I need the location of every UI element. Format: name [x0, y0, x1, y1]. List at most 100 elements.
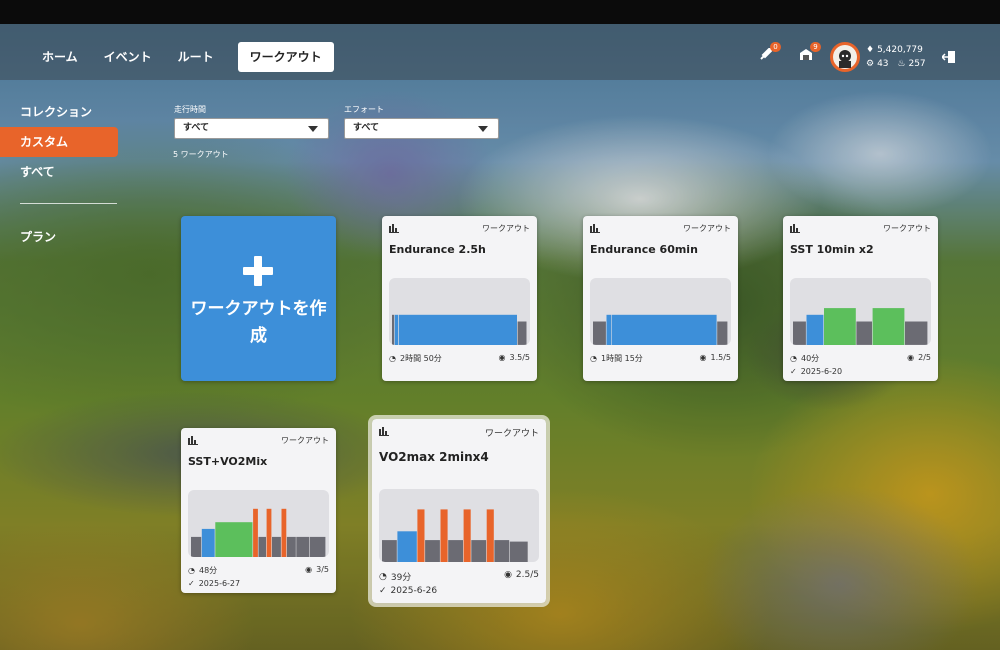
user-stats: ♦ 5,420,779 ⚙ 43 ♨ 257 — [866, 43, 926, 71]
sidebar-item-custom[interactable]: カスタム — [0, 127, 118, 157]
check-icon: ✓ — [379, 586, 387, 596]
effort-select[interactable]: すべて — [344, 118, 499, 139]
profile-segment — [806, 314, 824, 345]
workout-card[interactable]: ワークアウト SST+VO2Mix ◔ 48分 ◉ 3/5 ✓ 2025-6-27 — [181, 428, 336, 593]
profile-segment — [296, 536, 310, 557]
profile-segment — [394, 314, 399, 345]
workout-title: SST+VO2Mix — [188, 455, 268, 468]
profile-segment — [397, 531, 417, 562]
date-value: 2025-6-26 — [390, 586, 438, 596]
bar-chart-icon — [379, 427, 389, 436]
profile-segment — [201, 528, 215, 557]
bar-chart-icon — [590, 224, 600, 233]
effort-icon: ◉ — [305, 565, 313, 574]
profile-segment — [486, 509, 494, 562]
profile-segment — [717, 321, 728, 345]
timer-icon: ◔ — [188, 566, 195, 575]
profile-segment — [824, 308, 856, 345]
bar-chart-icon — [790, 224, 800, 233]
profile-segment — [872, 308, 905, 345]
card-type-label: ワークアウト — [883, 224, 931, 233]
profile-segment — [793, 321, 806, 345]
profile-segment — [392, 314, 395, 345]
workout-duration: ◔ 1時間 15分 — [590, 353, 643, 364]
workout-duration: ◔ 48分 — [188, 565, 217, 576]
plus-icon — [243, 256, 273, 286]
avatar[interactable] — [830, 42, 860, 72]
profile-segment — [463, 509, 471, 562]
nav-home[interactable]: ホーム — [30, 42, 90, 72]
profile-segment — [606, 314, 612, 345]
workout-title: Endurance 2.5h — [389, 243, 486, 256]
timer-icon: ◔ — [790, 354, 797, 363]
effort-filter: エフォート すべて — [344, 104, 499, 139]
effort-value: 1.5/5 — [710, 353, 731, 362]
drop-icon: ♦ — [866, 45, 875, 55]
workout-title: Endurance 60min — [590, 243, 698, 256]
profile-segment — [253, 508, 258, 557]
level-value: 43 — [877, 59, 889, 69]
header-right: 0 9 ♦ 5,420,779 ⚙ 43 ♨ 257 — [756, 40, 986, 74]
effort-filter-label: エフォート — [344, 105, 384, 114]
effort-value: 2/5 — [918, 353, 931, 362]
workout-card[interactable]: ワークアウト Endurance 60min ◔ 1時間 15分 ◉ 1.5/5 — [583, 216, 738, 381]
profile-segment — [398, 314, 517, 345]
workout-card[interactable]: ワークアウト VO2max 2minx4 ◔ 39分 ◉ 2.5/5 ✓ 2025-6-26 — [368, 415, 550, 607]
effort-value: 3.5/5 — [509, 353, 530, 362]
profile-segment — [425, 540, 440, 562]
bar-chart-icon — [188, 436, 198, 445]
profile-segment — [440, 509, 448, 562]
profile-segment — [593, 321, 606, 345]
workout-effort: ◉ 3/5 — [305, 565, 329, 574]
sidebar-item-plans[interactable]: プラン — [0, 222, 118, 252]
create-workout-button[interactable]: ワークアウトを作成 — [181, 216, 336, 381]
profile-segment — [611, 314, 717, 345]
timer-icon: ◔ — [590, 354, 597, 363]
flame-icon: ♨ — [897, 59, 906, 69]
workout-profile-chart — [379, 489, 539, 562]
workout-title: SST 10min x2 — [790, 243, 874, 256]
profile-segment — [258, 536, 266, 557]
workout-profile-chart — [188, 490, 329, 557]
notification-badge: 0 — [770, 42, 781, 52]
workout-duration: ◔ 39分 — [379, 570, 411, 584]
effort-icon: ◉ — [699, 353, 707, 362]
check-icon: ✓ — [790, 367, 797, 376]
timer-icon: ◔ — [389, 354, 396, 363]
profile-segment — [281, 508, 287, 557]
card-type-label: ワークアウト — [484, 429, 539, 439]
profile-segment — [286, 536, 296, 557]
card-type-label: ワークアウト — [482, 224, 530, 233]
check-icon: ✓ — [188, 579, 195, 588]
main-nav: ホーム イベント ルート ワークアウト — [30, 42, 336, 72]
nav-workouts[interactable]: ワークアウト — [237, 42, 334, 72]
effort-icon: ◉ — [907, 353, 915, 362]
profile-segment — [509, 541, 528, 562]
chevron-down-icon — [308, 126, 318, 132]
workout-title: VO2max 2minx4 — [379, 450, 489, 464]
profile-segment — [494, 540, 510, 562]
nav-events[interactable]: イベント — [92, 42, 164, 72]
duration-select-value: すべて — [183, 123, 210, 133]
sidebar-item-all[interactable]: すべて — [0, 157, 118, 187]
profile-segment — [382, 540, 397, 562]
workout-card[interactable]: ワークアウト SST 10min x2 ◔ 40分 ◉ 2/5 ✓ 2025-6-20 — [783, 216, 938, 381]
exit-button[interactable] — [940, 49, 964, 71]
workout-effort: ◉ 2.5/5 — [504, 570, 539, 580]
notifications-button[interactable]: 0 — [758, 42, 781, 68]
workout-effort: ◉ 3.5/5 — [499, 353, 531, 362]
workout-date: ✓ 2025-6-27 — [188, 579, 240, 588]
sidebar-item-collection[interactable]: コレクション — [0, 97, 118, 127]
effort-icon: ◉ — [504, 570, 512, 580]
workout-card[interactable]: ワークアウト Endurance 2.5h ◔ 2時間 50分 ◉ 3.5/5 — [382, 216, 537, 381]
workout-effort: ◉ 2/5 — [907, 353, 931, 362]
profile-segment — [309, 536, 326, 557]
card-header: ワークアウト — [790, 223, 931, 235]
profile-segment — [856, 321, 872, 345]
profile-segment — [517, 321, 527, 345]
garage-button[interactable]: 9 — [798, 42, 821, 68]
duration-select[interactable]: すべて — [174, 118, 329, 139]
card-header: ワークアウト — [389, 223, 530, 235]
profile-segment — [471, 540, 487, 562]
nav-routes[interactable]: ルート — [166, 42, 226, 72]
